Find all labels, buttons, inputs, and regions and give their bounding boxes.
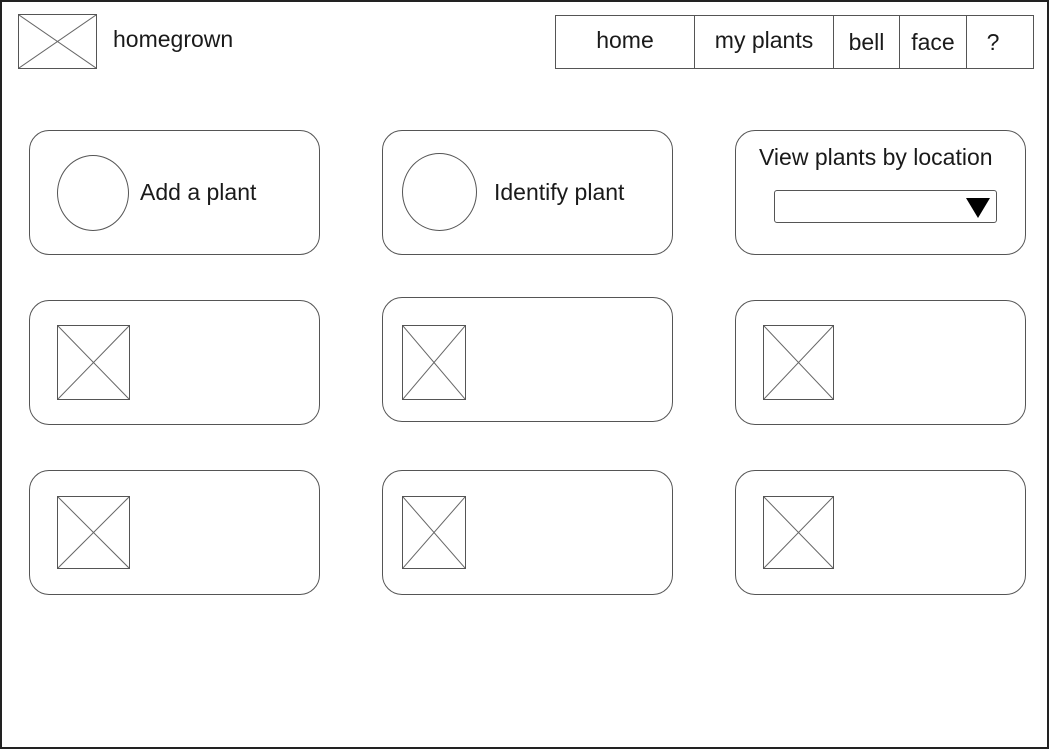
identify-plant-circle-icon — [402, 153, 477, 231]
plant-card[interactable] — [735, 470, 1026, 595]
identify-plant-card[interactable]: Identify plant — [382, 130, 673, 255]
plant-image-placeholder-icon — [402, 325, 466, 400]
plant-card[interactable] — [29, 300, 320, 425]
location-filter-card: View plants by location — [735, 130, 1026, 255]
plant-card[interactable] — [382, 470, 673, 595]
plant-image-placeholder-icon — [763, 325, 834, 400]
triangle-down-icon — [966, 198, 990, 218]
add-plant-card[interactable]: Add a plant — [29, 130, 320, 255]
nav-bell-notifications-button[interactable]: bell — [834, 16, 900, 68]
plant-image-placeholder-icon — [402, 496, 466, 569]
plant-image-placeholder-icon — [57, 325, 130, 400]
plant-card[interactable] — [382, 297, 673, 422]
nav-face-profile-button[interactable]: face — [900, 16, 967, 68]
plant-card[interactable] — [29, 470, 320, 595]
add-plant-circle-icon — [57, 155, 129, 231]
identify-plant-label: Identify plant — [494, 179, 625, 205]
plant-image-placeholder-icon — [57, 496, 130, 569]
logo-image-placeholder-icon — [18, 14, 97, 69]
plant-card[interactable] — [735, 300, 1026, 425]
plant-image-placeholder-icon — [763, 496, 834, 569]
location-dropdown[interactable] — [774, 190, 997, 223]
location-filter-label: View plants by location — [759, 144, 993, 170]
nav-home-link[interactable]: home — [556, 16, 695, 68]
nav-my-plants-link[interactable]: my plants — [695, 16, 834, 68]
nav-help-button[interactable]: ? — [967, 16, 1033, 68]
top-nav: home my plants bell face ? — [555, 15, 1034, 69]
add-plant-label: Add a plant — [140, 179, 257, 205]
app-name: homegrown — [113, 26, 234, 52]
